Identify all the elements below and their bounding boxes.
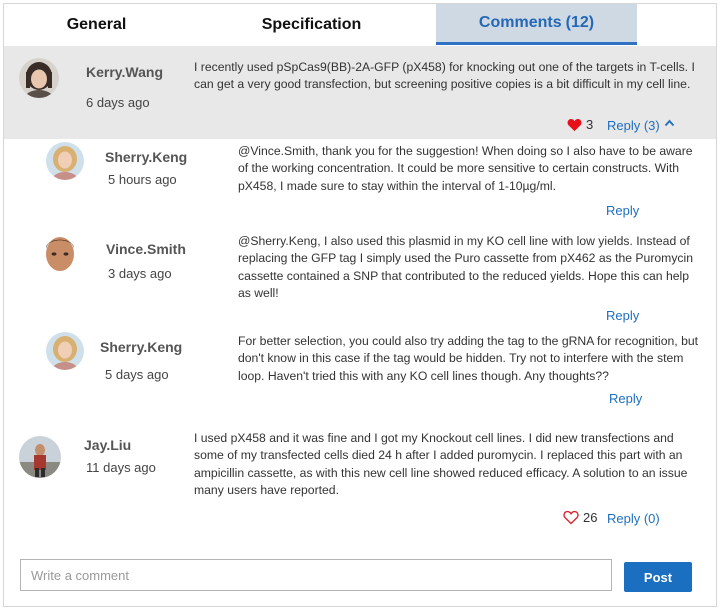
comment-timestamp: 3 days ago	[108, 266, 172, 281]
avatar	[19, 58, 59, 98]
comment-kerry-wang: Kerry.Wang 6 days ago I recently used pS…	[4, 46, 716, 139]
comment-text-line: pX458, I made sure to stay within the in…	[238, 178, 556, 193]
avatar-kerry-icon	[19, 58, 59, 98]
comment-text: @Sherry.Keng, I also used this plasmid i…	[238, 233, 708, 302]
comment-author[interactable]: Kerry.Wang	[86, 64, 163, 80]
comment-author[interactable]: Sherry.Keng	[105, 149, 187, 165]
avatar	[39, 232, 81, 274]
comment-text-line: ampicillin cassette, as with this new ce…	[194, 465, 688, 480]
comment-text-line: many users have reported.	[194, 482, 339, 497]
avatar-vince-icon	[39, 232, 81, 274]
comment-text: @Vince.Smith, thank you for the suggesti…	[238, 143, 708, 195]
comment-text-line: @Sherry.Keng, I also used this plasmid i…	[238, 234, 690, 248]
tab-comments-label: Comments	[478, 14, 562, 31]
avatar-sherry-icon	[46, 332, 84, 370]
comment-author[interactable]: Sherry.Keng	[100, 339, 182, 355]
reply-toggle-button[interactable]: Reply (3)	[607, 118, 660, 133]
reply-button[interactable]: Reply	[606, 203, 639, 218]
tab-comments[interactable]: Comments (12)	[436, 4, 637, 45]
tab-specification[interactable]: Specification	[189, 4, 434, 46]
like-count: 26	[583, 510, 598, 525]
reply-button[interactable]: Reply	[606, 308, 639, 323]
comment-text-line: For better selection, you could also try…	[238, 334, 699, 348]
comment-text-line: as well!	[238, 285, 279, 300]
heart-icon	[567, 118, 582, 131]
avatar-jay-icon	[19, 436, 61, 478]
comments-panel: General Specification Comments (12) Kerr…	[3, 3, 717, 607]
comment-text-line: loop. Haven't tried this with any KO cel…	[238, 368, 609, 383]
avatar	[19, 436, 61, 478]
comment-text-line: cassette contained a SNP that contribute…	[238, 268, 689, 283]
comment-timestamp: 6 days ago	[86, 95, 150, 110]
avatar	[46, 332, 84, 370]
comment-text: I recently used pSpCas9(BB)-2A-GFP (pX45…	[194, 59, 704, 94]
chevron-up-icon[interactable]	[664, 116, 675, 131]
comment-timestamp: 5 hours ago	[108, 172, 177, 187]
comment-author[interactable]: Jay.Liu	[84, 437, 131, 453]
comment-text-line: I used pX458 and it was fine and I got m…	[194, 431, 674, 445]
heart-outline-icon	[563, 510, 579, 525]
tab-general[interactable]: General	[4, 4, 189, 46]
comment-text-line: replacing the GFP tag I simply used the …	[238, 251, 694, 266]
post-button[interactable]: Post	[624, 562, 692, 592]
comment-timestamp: 5 days ago	[105, 367, 169, 382]
avatar	[46, 142, 84, 180]
reply-toggle-button[interactable]: Reply (0)	[607, 511, 660, 526]
like-button[interactable]: 3	[567, 117, 593, 132]
avatar-sherry-icon	[46, 142, 84, 180]
comment-text-line: of the working concentration. It could b…	[238, 161, 679, 176]
like-button[interactable]: 26	[563, 510, 597, 525]
comment-text-line: @Vince.Smith, thank you for the suggesti…	[238, 144, 693, 158]
comment-text-line: some of my transfected cells died 24 h a…	[194, 448, 683, 463]
comment-author[interactable]: Vince.Smith	[106, 241, 186, 257]
comment-text-line: I recently used pSpCas9(BB)-2A-GFP (pX45…	[194, 60, 695, 74]
comment-input[interactable]	[20, 559, 612, 591]
like-count: 3	[586, 117, 594, 132]
comment-timestamp: 11 days ago	[86, 460, 156, 475]
reply-button[interactable]: Reply	[609, 391, 642, 406]
comment-text: I used pX458 and it was fine and I got m…	[194, 430, 706, 499]
comment-text: For better selection, you could also try…	[238, 333, 708, 385]
comment-text-line: don't know in this case if the tag would…	[238, 351, 684, 366]
tab-comments-count: (12)	[565, 14, 595, 31]
comment-text-line: can get a very good transfection, but sc…	[194, 77, 691, 92]
